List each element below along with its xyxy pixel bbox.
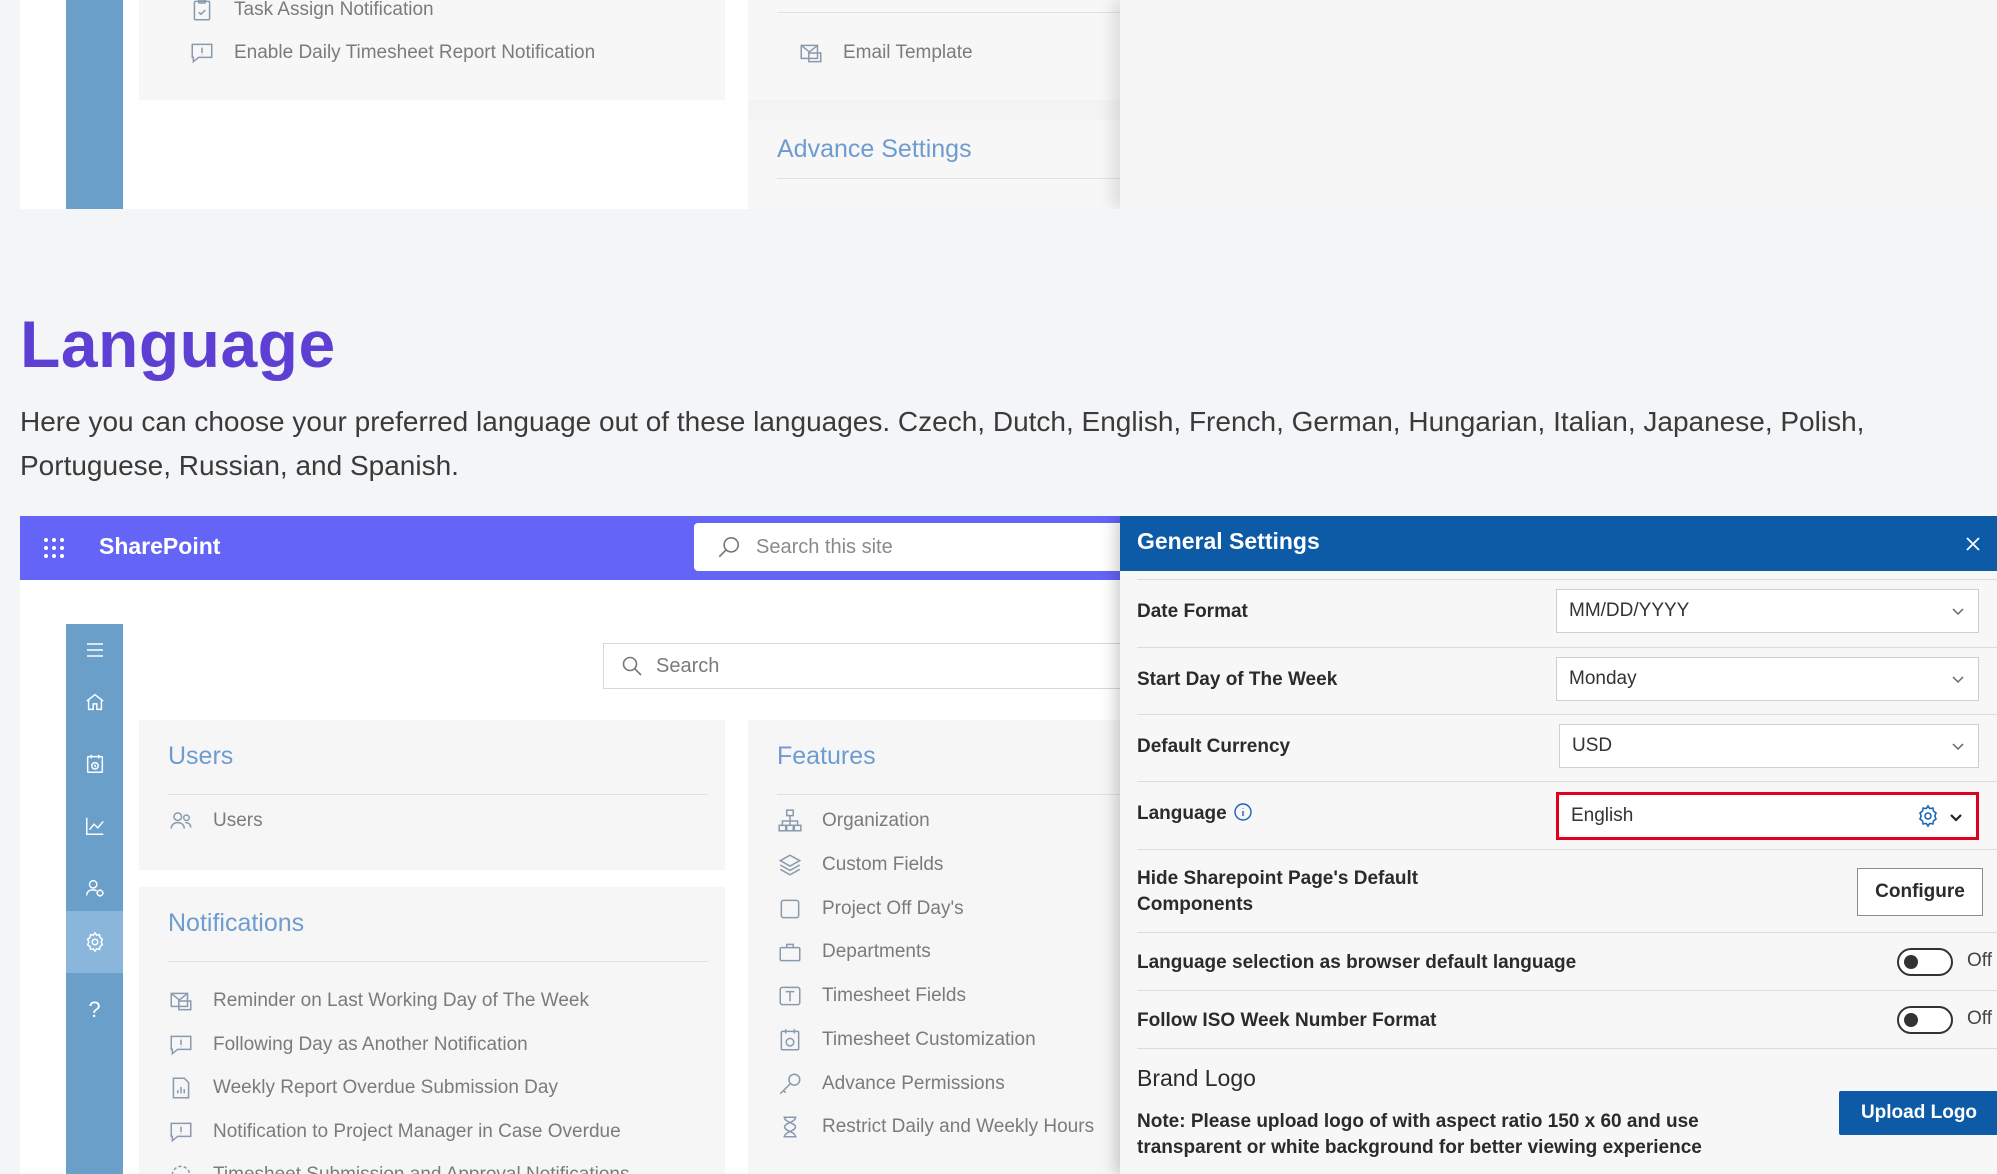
notifications-card: Notifications Reminder on Last Working D…: [139, 887, 725, 1174]
clipboard-icon: [189, 0, 215, 23]
list-item[interactable]: Task Assign Notification: [189, 0, 434, 23]
general-settings-panel: General Settings Date Format MM/DD/YYYY …: [1120, 516, 1997, 1174]
brand-logo-title: Brand Logo: [1137, 1065, 1256, 1091]
iso-week-state: Off: [1967, 1008, 1992, 1029]
info-icon[interactable]: [1233, 802, 1253, 822]
currency-label: Default Currency: [1137, 736, 1291, 757]
notifications-heading: Notifications: [168, 909, 305, 937]
chevron-down-icon: [1948, 601, 1968, 621]
date-format-label: Date Format: [1137, 601, 1248, 622]
nav-rail: [66, 0, 123, 209]
search-icon: [620, 654, 644, 678]
close-icon[interactable]: [1961, 532, 1985, 556]
text-field-icon: [777, 983, 803, 1009]
search-icon: [716, 534, 742, 560]
help-icon[interactable]: ?: [66, 984, 123, 1036]
list-item[interactable]: Following Day as Another Notification: [168, 1032, 528, 1058]
briefcase-icon: [777, 939, 803, 965]
advance-settings-heading: Advance Settings: [777, 135, 972, 163]
list-item[interactable]: Timesheet Fields: [777, 983, 966, 1009]
chevron-down-icon: [1948, 736, 1968, 756]
list-item[interactable]: Enable Daily Timesheet Report Notificati…: [189, 40, 595, 66]
date-format-select[interactable]: MM/DD/YYYY: [1556, 589, 1979, 633]
settings-panel-edge: [1120, 0, 1997, 209]
language-label: Language: [1137, 801, 1253, 827]
gear-icon[interactable]: [66, 911, 123, 973]
brand-logo-note: Note: Please upload logo of with aspect …: [1137, 1111, 1702, 1158]
configure-button[interactable]: Configure: [1857, 868, 1983, 916]
start-day-label: Start Day of The Week: [1137, 669, 1338, 690]
comment-icon: [168, 1032, 194, 1058]
search-input[interactable]: Search: [603, 643, 1143, 689]
user-settings-icon[interactable]: [66, 862, 123, 914]
list-item[interactable]: Users: [168, 808, 263, 834]
iso-week-label: Follow ISO Week Number Format: [1137, 1010, 1437, 1031]
users-icon: [168, 808, 194, 834]
list-item[interactable]: Reminder on Last Working Day of The Week: [168, 988, 589, 1014]
advance-settings-card: Advance Settings: [748, 120, 1140, 209]
notifications-card: Task Assign Notification Enable Daily Ti…: [139, 0, 725, 100]
settings-screenshot: SharePoint Search this site ? Search Use…: [20, 516, 1997, 1174]
upload-logo-button[interactable]: Upload Logo: [1839, 1091, 1997, 1135]
list-item[interactable]: Organization: [777, 808, 930, 834]
comment-icon: [189, 40, 215, 66]
section-description: Here you can choose your preferred langu…: [20, 406, 1865, 481]
list-item[interactable]: Timesheet Customization: [777, 1027, 1036, 1053]
menu-icon[interactable]: [66, 624, 123, 676]
comment-icon: [168, 1119, 194, 1145]
list-item[interactable]: Timesheet Submission and Approval Notifi…: [168, 1162, 629, 1174]
list-item[interactable]: Notification to Project Manager in Case …: [168, 1119, 621, 1145]
currency-select[interactable]: USD: [1559, 724, 1979, 768]
panel-header: General Settings: [1120, 516, 1997, 571]
list-item[interactable]: Email Template: [798, 40, 973, 66]
org-chart-icon: [777, 808, 803, 834]
page-title: Language: [20, 307, 336, 381]
list-item[interactable]: Advance Permissions: [777, 1071, 1005, 1097]
browser-language-toggle[interactable]: [1897, 948, 1953, 976]
iso-week-toggle[interactable]: [1897, 1006, 1953, 1034]
users-heading: Users: [168, 742, 234, 770]
home-icon[interactable]: [66, 676, 123, 728]
email-template-icon: [798, 40, 824, 66]
features-card: Features Organization Custom Fields Proj…: [748, 720, 1140, 1174]
chart-icon[interactable]: [66, 800, 123, 852]
timesheet-custom-icon: [777, 1027, 803, 1053]
site-search-input[interactable]: Search this site: [694, 523, 1134, 571]
chevron-down-icon: [1948, 669, 1968, 689]
top-screenshot: Task Assign Notification Enable Daily Ti…: [20, 0, 1997, 209]
features-card: Email Template: [748, 0, 1140, 100]
mail-reminder-icon: [168, 988, 194, 1014]
chevron-down-icon: [1946, 807, 1966, 827]
browser-language-state: Off: [1967, 950, 1992, 971]
hide-components-label: Hide Sharepoint Page's Default Component…: [1137, 868, 1419, 915]
app-launcher-icon[interactable]: [42, 536, 66, 560]
language-select[interactable]: English: [1556, 792, 1979, 840]
hourglass-icon: [777, 1114, 803, 1140]
timesheet-icon[interactable]: [66, 738, 123, 790]
list-item[interactable]: Departments: [777, 939, 931, 965]
users-card: Users Users: [139, 720, 725, 870]
list-item[interactable]: Weekly Report Overdue Submission Day: [168, 1075, 558, 1101]
list-item[interactable]: Custom Fields: [777, 852, 943, 878]
list-item[interactable]: Restrict Daily and Weekly Hours: [777, 1114, 1094, 1140]
key-icon: [777, 1071, 803, 1097]
gear-icon[interactable]: [1916, 804, 1940, 828]
features-heading: Features: [777, 742, 876, 770]
sharepoint-title[interactable]: SharePoint: [99, 533, 220, 560]
start-day-select[interactable]: Monday: [1556, 657, 1979, 701]
layers-icon: [777, 852, 803, 878]
panel-title: General Settings: [1137, 528, 1320, 554]
list-item[interactable]: Project Off Day's: [777, 896, 964, 922]
nav-rail: ?: [66, 624, 123, 1174]
square-icon: [777, 896, 803, 922]
report-icon: [168, 1075, 194, 1101]
browser-language-label: Language selection as browser default la…: [1137, 952, 1577, 973]
sharepoint-header: SharePoint Search this site: [20, 516, 1134, 580]
refresh-icon: [168, 1162, 194, 1174]
